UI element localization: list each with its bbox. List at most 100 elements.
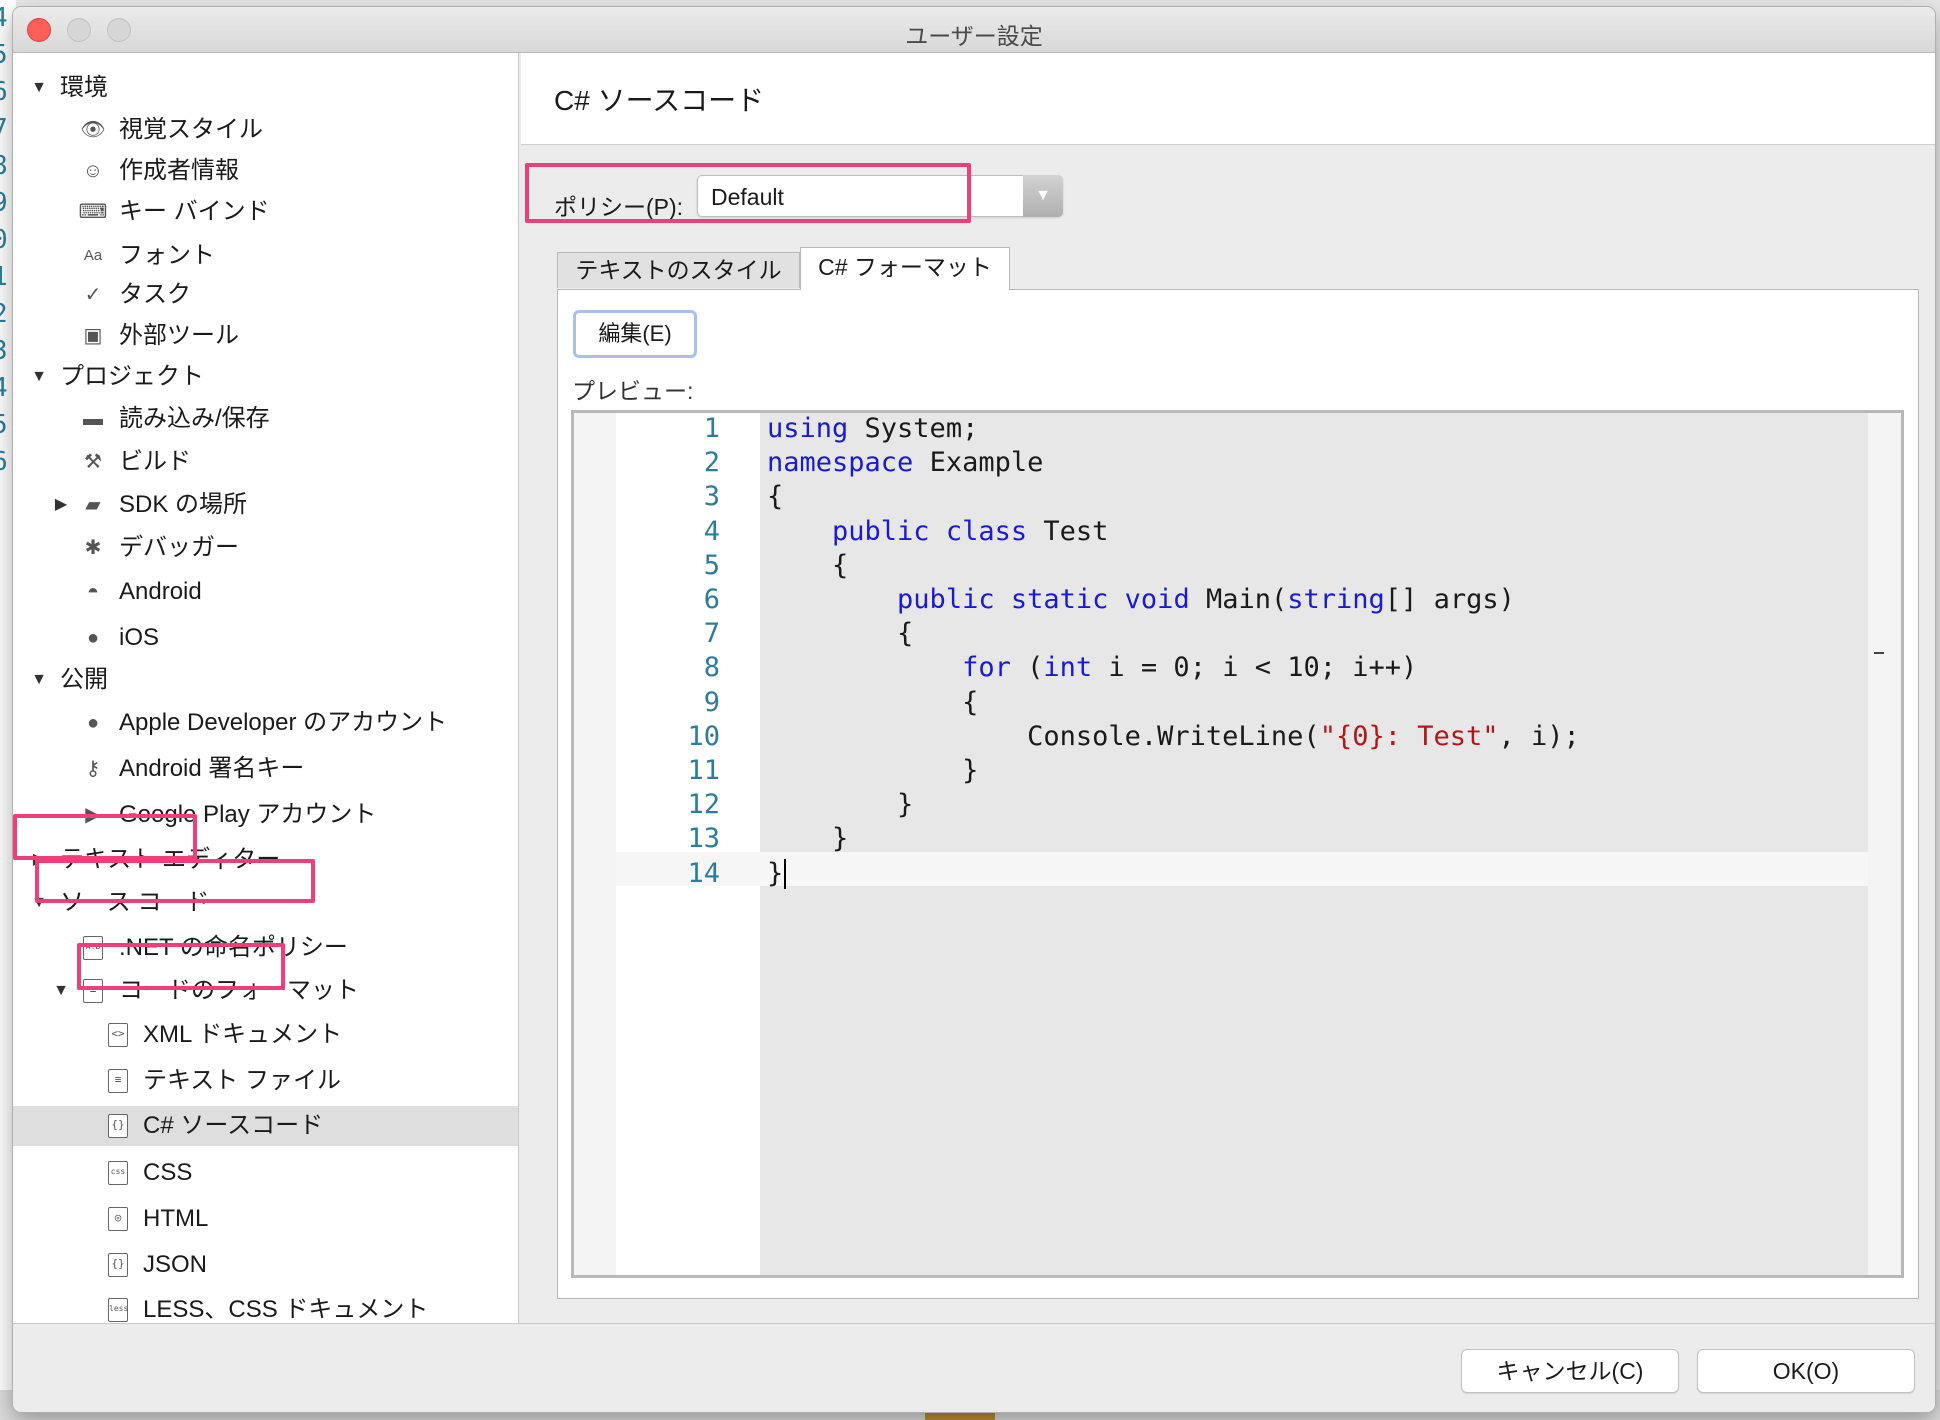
- tree-item[interactable]: ▼ 公開: [13, 660, 518, 700]
- panel-title: C# ソースコード: [554, 85, 765, 116]
- apple-icon: ●: [86, 712, 100, 734]
- xml-file-icon: <>: [105, 1022, 131, 1048]
- line-number: 9: [703, 686, 720, 718]
- code-token: Example: [913, 447, 1044, 479]
- font-icon: Aa: [83, 247, 103, 264]
- tree-item[interactable]: ▼ 環境: [13, 68, 518, 108]
- terminal-icon: ▣: [83, 325, 103, 347]
- disk-icon: ▬: [83, 408, 103, 430]
- tree-item[interactable]: ● Apple Developer のアカウント: [13, 703, 518, 743]
- disclosure-closed-icon[interactable]: ▶: [51, 485, 71, 525]
- code-text: using System;: [767, 413, 978, 446]
- tree-item[interactable]: ▬ 読み込み/保存: [13, 399, 518, 439]
- tree-item-label: 作成者情報: [119, 157, 239, 184]
- code-token: Console.WriteLine(: [767, 720, 1320, 752]
- code-token: {: [767, 618, 914, 650]
- tree-item[interactable]: ⚒ ビルド: [13, 442, 518, 482]
- tab-panel: 編集(E) プレビュー: 1 using System; 2 namespace Ex…: [557, 289, 1919, 1299]
- tree-item-label: 環境: [60, 74, 108, 101]
- csharp-file-icon: {}: [105, 1113, 131, 1139]
- tree-item[interactable]: ▼ プロジェクト: [13, 357, 518, 397]
- line-number: 4: [703, 515, 720, 547]
- tree-item[interactable]: ⌨ キー バインド: [13, 192, 518, 232]
- tree-item[interactable]: ⚷ Android 署名キー: [13, 749, 518, 789]
- code-token: Test: [1027, 515, 1109, 547]
- less-file-icon: less: [105, 1297, 131, 1323]
- tree-item[interactable]: ◎ HTML: [13, 1199, 518, 1239]
- tree-item[interactable]: Aa フォント: [13, 236, 518, 276]
- code-preview[interactable]: 1 using System; 2 namespace Example 3{4 publ…: [571, 410, 1904, 1278]
- code-text: Console.WriteLine("{0}: Test", i);: [767, 720, 1580, 754]
- line-number: 5: [703, 549, 720, 581]
- cancel-button[interactable]: キャンセル(C): [1461, 1349, 1679, 1393]
- preferences-window: ユーザー設定 ▼ 環境 👁 視覚スタイル ☺ 作成者情報 ⌨ キー バインド Aa フォント ✓ タス…: [13, 7, 1935, 1412]
- code-text: {: [767, 686, 978, 720]
- code-text: {: [767, 617, 913, 651]
- code-token: Main(: [1189, 584, 1288, 615]
- disclosure-open-icon[interactable]: ▼: [29, 68, 49, 108]
- tree-item[interactable]: ▣ 外部ツール: [13, 316, 518, 356]
- tree-item[interactable]: ◓ Android: [13, 572, 518, 612]
- tree-item-label: LESS、CSS ドキュメント: [143, 1296, 429, 1323]
- keyword-token: class: [945, 515, 1028, 547]
- apple-icon: ●: [86, 627, 100, 649]
- chevron-down-icon[interactable]: ▼: [1023, 175, 1063, 217]
- tree-item[interactable]: 👁 視覚スタイル: [13, 110, 518, 150]
- line-number: 7: [703, 618, 720, 650]
- code-token: }: [767, 857, 784, 889]
- code-text: public static void Main(string[] args): [767, 583, 1515, 617]
- tab-csharp-format[interactable]: C# フォーマット: [800, 247, 1010, 290]
- key-icon: ⚷: [85, 758, 101, 780]
- keyword-token: static: [1010, 584, 1109, 615]
- tree-item[interactable]: css CSS: [13, 1153, 518, 1193]
- edit-button[interactable]: 編集(E): [573, 310, 697, 358]
- tree-item[interactable]: <> XML ドキュメント: [13, 1015, 518, 1055]
- tree-item-label: ビルド: [119, 448, 191, 475]
- code-line: 1 using System;: [574, 413, 1868, 446]
- json-file-icon: {}: [105, 1252, 131, 1278]
- code-line: 7 {: [574, 617, 1868, 651]
- code-text: }: [767, 754, 978, 788]
- tree-item-label: フォント: [119, 242, 215, 269]
- tree-item-label: デバッガー: [119, 534, 239, 561]
- tree-item-label: タスク: [119, 281, 191, 308]
- code-line: 5 {: [574, 549, 1868, 583]
- tree-item[interactable]: ✓ タスク: [13, 275, 518, 315]
- code-token: [] args): [1384, 584, 1515, 615]
- disclosure-open-icon[interactable]: ▼: [51, 971, 71, 1011]
- code-line: 10 Console.WriteLine("{0}: Test", i);: [574, 720, 1868, 754]
- ok-button[interactable]: OK(O): [1697, 1349, 1915, 1393]
- tree-item[interactable]: ▶ ▰ SDK の場所: [13, 485, 518, 525]
- editor-overview-ruler[interactable]: [1868, 413, 1901, 1275]
- code-line: 11 }: [574, 754, 1868, 788]
- tree-item[interactable]: ☺ 作成者情報: [13, 151, 518, 191]
- line-number: 8: [703, 652, 720, 684]
- code-line: 14}: [574, 857, 1868, 891]
- tree-item[interactable]: ✱ デバッガー: [13, 528, 518, 568]
- android-icon: ◓: [86, 581, 100, 603]
- tree-item-label: Android: [119, 578, 202, 605]
- code-line: 13 }: [574, 822, 1868, 856]
- disclosure-open-icon[interactable]: ▼: [29, 357, 49, 397]
- tree-item[interactable]: ● iOS: [13, 618, 518, 658]
- hammer-icon: ⚒: [84, 451, 102, 473]
- smiley-icon: ☺: [82, 160, 104, 182]
- tree-item[interactable]: ≡ テキスト ファイル: [13, 1061, 518, 1101]
- keyword-token: namespace: [767, 447, 914, 479]
- tree-item[interactable]: less LESS、CSS ドキュメント: [13, 1290, 518, 1323]
- line-number: 11: [687, 755, 720, 786]
- tab-text-style[interactable]: テキストのスタイル: [557, 252, 800, 288]
- code-line: 6 public static void Main(string[] args): [574, 583, 1868, 617]
- tree-item[interactable]: {} JSON: [13, 1245, 518, 1285]
- code-token: }: [767, 789, 914, 821]
- preview-label: プレビュー:: [572, 378, 694, 404]
- tree-item[interactable]: {} C# ソースコード: [13, 1106, 518, 1146]
- line-number: 13: [687, 823, 720, 855]
- tree-item-label: JSON: [143, 1251, 208, 1278]
- disclosure-open-icon[interactable]: ▼: [29, 660, 49, 700]
- tree-item-label: C# ソースコード: [143, 1112, 324, 1139]
- code-text: for (int i = 0; i < 10; i++): [767, 651, 1417, 685]
